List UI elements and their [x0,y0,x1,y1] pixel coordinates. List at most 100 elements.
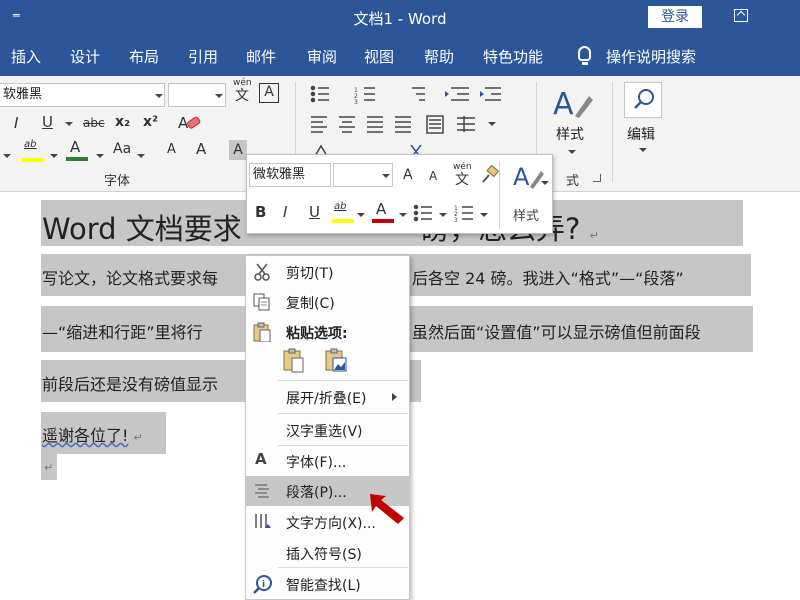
tab-view[interactable]: 视图 [364,46,394,67]
format-painter-icon[interactable] [479,165,499,185]
ribbon-tabs: 插入 设计 布局 引用 邮件 审阅 视图 帮助 特色功能 操作说明搜索 [0,36,800,76]
paragraph-mark: ↵ [44,461,54,474]
chevron-down-icon[interactable] [399,213,407,217]
mini-shrink-font-button[interactable]: A [429,169,437,183]
svg-text:3: 3 [354,99,358,106]
tab-design[interactable]: 设计 [70,46,100,67]
tab-special-features[interactable]: 特色功能 [483,46,543,67]
mini-underline-button[interactable]: U [309,203,320,221]
mini-font-name-select[interactable]: 微软雅黑 [249,163,331,187]
clear-formatting-icon[interactable]: A [176,113,204,135]
tab-references[interactable]: 引用 [188,46,218,67]
mini-bullets-icon[interactable] [413,203,435,223]
paste-keep-source-button[interactable] [282,348,306,374]
phonetic-guide-button[interactable]: wén 文 [233,78,252,105]
tab-insert[interactable]: 插入 [11,46,41,67]
font-size-select[interactable] [168,83,226,107]
text-direction-icon [255,514,271,528]
character-border-button[interactable]: A [259,83,279,103]
menu-item-label: 段落(P)... [286,485,347,501]
mini-highlight-button[interactable]: ab [332,199,354,225]
login-button[interactable]: 登录 [648,6,702,28]
mini-highlight-label: ab [334,201,347,212]
chevron-down-icon[interactable] [357,213,365,217]
mini-numbering-icon[interactable]: 123 [454,203,476,223]
tab-review[interactable]: 审阅 [307,46,337,67]
styles-launcher-icon[interactable] [593,174,601,182]
chevron-down-icon[interactable] [3,154,11,158]
pointer-arrow-annotation [370,494,404,524]
tab-help[interactable]: 帮助 [424,46,454,67]
chevron-down-icon[interactable] [50,154,58,158]
tell-me-search[interactable]: 操作说明搜索 [606,46,696,67]
menu-item-label: 字体(F)... [286,455,347,471]
svg-text:A: A [553,87,574,122]
paragraph-row2-icons[interactable] [309,114,509,136]
mini-styles-label: 样式 [513,209,540,224]
tab-layout[interactable]: 布局 [129,46,159,67]
chevron-down-icon[interactable] [439,213,447,217]
chevron-down-icon[interactable] [488,122,496,126]
chevron-down-icon[interactable] [137,154,145,158]
menu-item-cut[interactable]: 剪切(T) [246,257,409,287]
menu-item-label: 展开/折叠(E) [286,391,367,407]
menu-item-copy[interactable]: 复制(C) [246,287,409,317]
phonetic-char: 文 [235,88,249,104]
chevron-down-icon [155,94,163,98]
underline-button[interactable]: U [42,113,53,131]
highlight-color-button[interactable]: ab [22,139,44,165]
highlight-swatch [22,158,44,162]
doc-line-5: 遥谢各位了! ↵ [42,422,143,446]
phonetic-pinyin: wén [233,78,252,88]
mini-phonetic-pinyin: wén [453,162,472,172]
mini-italic-button[interactable]: I [283,203,287,221]
subscript-button[interactable]: x₂ [115,114,130,130]
tab-mailings[interactable]: 邮件 [246,46,276,67]
chevron-down-icon[interactable] [65,122,73,126]
doc-line-4-left: 前段后还是没有磅值显示 [42,375,219,394]
svg-text:i: i [262,580,265,590]
font-color-swatch [66,157,88,161]
menu-item-reconversion[interactable]: 汉字重选(V) [246,415,409,445]
doc-line-2-right: 后各空 24 磅。我进入“格式”—“段落” [412,269,684,288]
menu-item-smart-lookup[interactable]: i 智能查找(L) [246,569,409,599]
character-shading-button[interactable]: A [229,140,247,160]
mini-bold-button[interactable]: B [255,203,266,221]
font-name-select[interactable]: 软雅黑 [0,83,165,107]
strikethrough-button[interactable]: abc [83,116,105,130]
mini-font-size-select[interactable] [333,163,393,187]
menu-item-insert-symbol[interactable]: 插入符号(S) [246,538,409,568]
chevron-down-icon[interactable] [96,154,104,158]
search-icon [634,89,654,109]
paragraph-mark: ↵ [589,229,599,242]
mini-font-color-button[interactable]: A [372,199,394,225]
italic-button[interactable]: I [14,114,18,132]
font-color-button[interactable]: A [66,138,88,164]
mini-phonetic-guide-button[interactable]: wén 文 [453,162,472,189]
paste-picture-button[interactable] [324,348,348,374]
mini-font-name-value: 微软雅黑 [253,167,306,182]
chevron-down-icon[interactable] [480,213,488,217]
mini-styles-button[interactable]: A 样式 [505,161,549,231]
svg-text:A: A [513,163,530,191]
paragraph-icon [255,484,269,498]
paste-keep-source-icon [283,348,304,373]
change-case-button[interactable]: Aa [113,141,131,157]
menu-item-font[interactable]: A 字体(F)... [246,446,409,476]
ribbon-display-options-icon[interactable] [734,9,748,22]
mini-grow-font-button[interactable]: A [403,167,413,183]
superscript-button[interactable]: x² [143,114,158,130]
menu-item-expand-collapse[interactable]: 展开/折叠(E) [246,382,409,412]
paragraph-row1-icons[interactable]: 123 [309,84,509,106]
chevron-right-icon [392,393,397,401]
menu-item-label: 文字方向(X)... [286,516,376,532]
highlight-label: ab [24,139,37,150]
mini-highlight-swatch [332,219,354,223]
menu-item-label: 智能查找(L) [286,578,361,594]
shrink-font-button[interactable]: A [167,142,176,157]
editing-button[interactable]: 编辑 [622,82,664,162]
chevron-down-icon [382,174,390,178]
styles-button[interactable]: A 样式 [545,82,599,162]
mini-font-color-glyph: A [376,200,387,218]
grow-font-button[interactable]: A [196,140,206,158]
